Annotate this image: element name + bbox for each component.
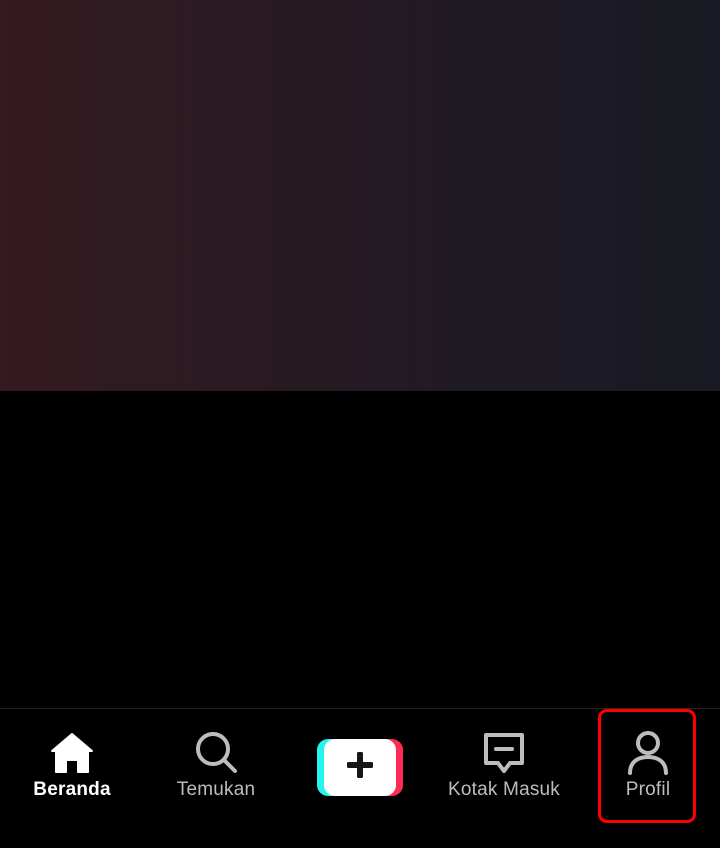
create-button[interactable] — [317, 739, 403, 796]
tab-profile[interactable]: Profil — [576, 709, 720, 848]
search-icon — [192, 729, 240, 777]
video-preview-area[interactable] — [0, 0, 720, 391]
tab-create[interactable] — [288, 709, 432, 848]
tab-discover-label: Temukan — [176, 779, 256, 800]
bottom-tab-bar: Beranda Temukan Kotak Masuk Profil — [0, 708, 720, 848]
content-blank-area — [0, 391, 720, 708]
plus-icon — [345, 750, 375, 785]
tab-home-label: Beranda — [33, 779, 111, 800]
home-icon — [48, 729, 96, 777]
inbox-icon — [480, 729, 528, 777]
create-button-face — [324, 739, 396, 796]
tab-inbox-label: Kotak Masuk — [447, 779, 561, 800]
tab-discover[interactable]: Temukan — [144, 709, 288, 848]
tab-profile-label: Profil — [625, 779, 671, 800]
tab-inbox[interactable]: Kotak Masuk — [432, 709, 576, 848]
tab-home[interactable]: Beranda — [0, 709, 144, 848]
person-icon — [624, 729, 672, 777]
